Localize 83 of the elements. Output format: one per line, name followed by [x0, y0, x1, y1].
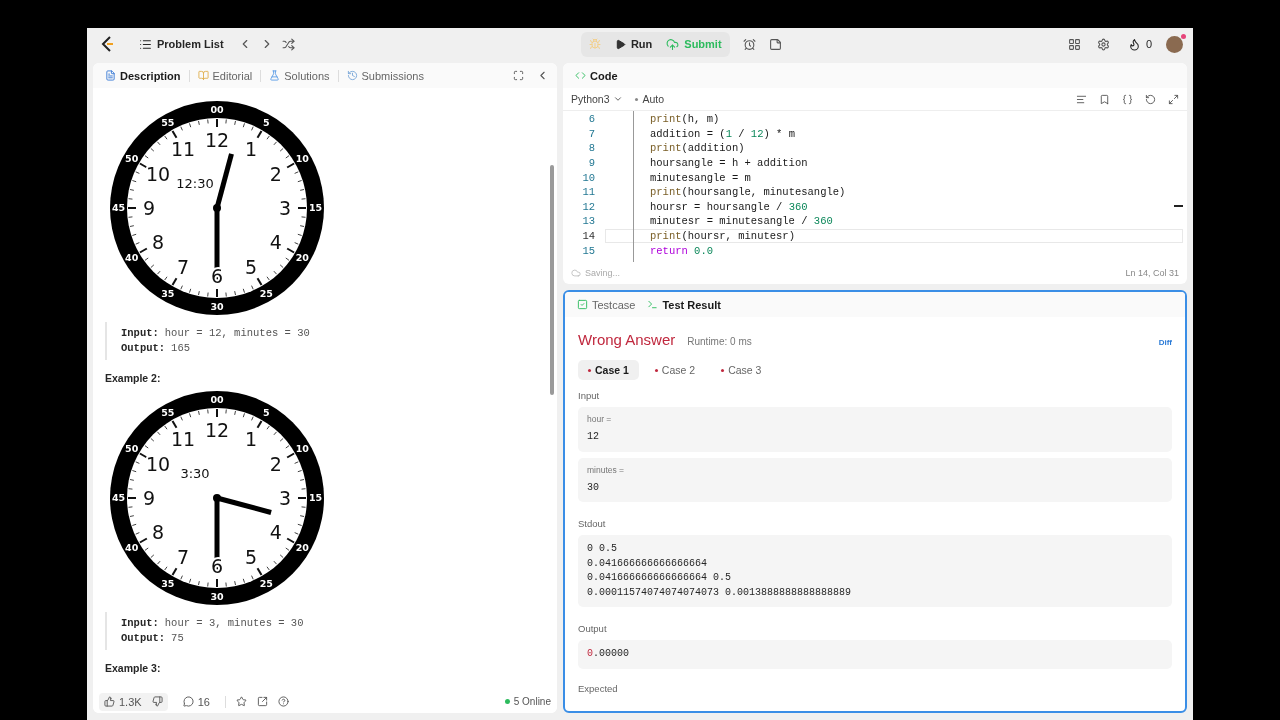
output-label: Output:	[121, 631, 166, 646]
braces-icon[interactable]	[1122, 93, 1133, 105]
section-label: Expected	[578, 682, 619, 694]
grid-icon[interactable]	[1067, 37, 1081, 51]
line-number: 14	[581, 230, 595, 243]
output-value: 75	[171, 631, 184, 646]
case-tab[interactable]: Case 1	[578, 360, 639, 380]
input-value: hour = 12, minutes = 30	[164, 326, 310, 341]
problem-list-button[interactable]: Problem List	[133, 33, 230, 55]
line-number: 12	[581, 200, 595, 213]
comment-icon	[182, 696, 194, 707]
checkbox-icon	[577, 299, 588, 310]
history-icon	[346, 70, 358, 81]
panel-tab[interactable]: Solutions	[265, 67, 334, 84]
language-dropdown[interactable]: Python3	[571, 93, 623, 105]
panel-tab[interactable]: Test Result	[643, 296, 725, 313]
line-number: 8	[587, 142, 595, 155]
chevron-down-icon	[612, 94, 623, 104]
output-box: 0.00000	[578, 640, 1172, 669]
code-icon	[575, 70, 586, 81]
expand-icon[interactable]	[1168, 93, 1179, 105]
comments-button[interactable]: 16	[177, 692, 215, 711]
panel-tab[interactable]: Description	[101, 67, 185, 84]
save-status: Saving...	[585, 268, 621, 278]
input-box: minutes = 30	[578, 457, 1172, 502]
cloud-icon	[571, 268, 581, 278]
case-tab[interactable]: Case 3	[711, 360, 772, 380]
output-value: 165	[171, 341, 190, 356]
list-icon	[139, 37, 152, 51]
cloud-upload-icon	[666, 37, 680, 51]
section-label: Input	[578, 390, 601, 401]
example-heading: Example 2:	[105, 372, 162, 384]
note-icon[interactable]	[768, 37, 782, 51]
run-button[interactable]: Run	[608, 34, 659, 54]
runtime: Runtime: 0 ms	[687, 336, 752, 347]
format-icon[interactable]	[1076, 93, 1087, 105]
case-tab[interactable]: Case 2	[644, 360, 706, 380]
mode-label: Auto	[634, 93, 665, 105]
reset-icon[interactable]	[1145, 93, 1156, 105]
cursor-position: Ln 14, Col 31	[1125, 268, 1179, 278]
stdout-box: 0 0.5 0.041666666666666664 0.041666666666666664 0.5 0.00011574074074074073 0.0013888888888888889	[578, 535, 1172, 607]
fullscreen-icon[interactable]	[513, 70, 524, 81]
online-count: 5 Online	[504, 696, 551, 707]
line-number: 11	[581, 186, 595, 199]
input-label: Input:	[121, 616, 159, 631]
section-label: Output	[578, 623, 608, 634]
diff-link[interactable]: Diff	[1158, 338, 1172, 347]
line-number: 15	[581, 244, 595, 257]
section-label: Stdout	[578, 518, 607, 529]
verdict: Wrong Answer	[578, 331, 676, 348]
book-icon	[197, 70, 209, 81]
streak-counter[interactable]: 0	[1121, 33, 1158, 55]
panel-tab[interactable]: Submissions	[342, 67, 428, 84]
document-icon	[105, 70, 116, 81]
avatar[interactable]	[1166, 35, 1183, 53]
thumbs-up-icon	[104, 696, 115, 707]
example-heading: Example 3:	[105, 662, 162, 674]
input-label: Input:	[121, 326, 159, 341]
line-number: 10	[581, 171, 595, 184]
line-number: 9	[587, 157, 595, 170]
clock-drawing: 00 55 5 50 10 45 15 40 20 35 25 30 11 12 1 10 2 9 3 8 4 7 6 5 3:30	[109, 390, 325, 606]
input-value: hour = 3, minutes = 30	[164, 616, 304, 631]
help-icon[interactable]	[277, 696, 289, 707]
input-box: hour = 12	[578, 407, 1172, 452]
panel-tab[interactable]: Testcase	[573, 296, 640, 313]
output-label: Output:	[121, 341, 166, 356]
terminal-icon	[647, 299, 659, 310]
code-tab[interactable]: Code	[571, 67, 622, 84]
line-number: 6	[587, 113, 595, 126]
star-icon[interactable]	[235, 696, 247, 707]
shuffle-icon[interactable]	[281, 37, 295, 51]
logo-icon	[101, 36, 115, 52]
flame-icon	[1127, 37, 1141, 51]
flask-icon	[269, 70, 281, 81]
settings-icon[interactable]	[1096, 37, 1110, 51]
play-icon	[614, 38, 626, 50]
bookmark-icon[interactable]	[1099, 93, 1110, 105]
line-number: 13	[581, 215, 595, 228]
share-icon[interactable]	[256, 696, 268, 707]
clock-drawing: 00 55 5 50 10 45 15 40 20 35 25 30 11 12 1 10 2 9 3 8 4 7 6 5 12:30	[109, 100, 325, 316]
line-number: 7	[587, 127, 595, 140]
thumbs-down-icon	[151, 696, 163, 707]
panel-tab[interactable]: Editorial	[193, 67, 257, 84]
